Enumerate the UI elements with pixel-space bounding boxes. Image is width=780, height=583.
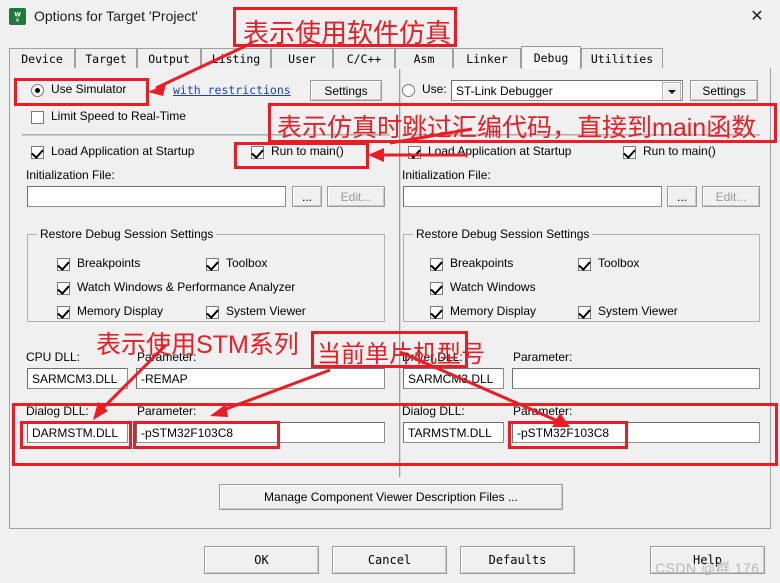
cpu-param-input[interactable]: -REMAP (136, 368, 385, 389)
tab-asm[interactable]: Asm (395, 48, 453, 68)
left-memory-display-checkbox[interactable] (57, 306, 70, 319)
ok-button[interactable]: OK (204, 546, 319, 574)
right-run-to-main-checkbox[interactable] (623, 146, 636, 159)
chevron-down-icon[interactable] (662, 82, 681, 100)
right-init-file-input[interactable] (403, 186, 662, 207)
left-breakpoints-label: Breakpoints (77, 256, 141, 270)
left-watch-windows-label: Watch Windows & Performance Analyzer (77, 280, 296, 294)
limit-speed-label: Limit Speed to Real-Time (51, 109, 186, 123)
tab-user[interactable]: User (271, 48, 333, 68)
tab-target[interactable]: Target (75, 48, 137, 68)
left-init-file-input[interactable] (27, 186, 286, 207)
left-dialog-param-input[interactable]: -pSTM32F103C8 (136, 422, 385, 443)
use-debugger-label: Use: (422, 82, 447, 96)
right-divider (402, 134, 760, 136)
right-dialog-param-label: Parameter: (513, 404, 573, 418)
options-dialog: W s Options for Target 'Project' ✕ Devic… (0, 0, 780, 583)
right-system-viewer-checkbox[interactable] (578, 306, 591, 319)
cpu-dll-label: CPU DLL: (26, 350, 81, 364)
left-restore-group-title: Restore Debug Session Settings (37, 227, 217, 241)
right-load-app-checkbox[interactable] (408, 146, 421, 159)
use-simulator-label: Use Simulator (51, 82, 127, 96)
defaults-button[interactable]: Defaults (460, 546, 575, 574)
left-init-file-label: Initialization File: (26, 168, 115, 182)
debugger-settings-button[interactable]: Settings (690, 80, 758, 101)
left-load-app-label: Load Application at Startup (51, 144, 195, 158)
keil-uvision-icon: W s (9, 8, 26, 25)
left-load-app-checkbox[interactable] (31, 146, 44, 159)
right-restore-group-title: Restore Debug Session Settings (413, 227, 593, 241)
right-dialog-param-input[interactable]: -pSTM32F103C8 (512, 422, 760, 443)
left-toolbox-label: Toolbox (226, 256, 268, 270)
right-dialog-dll-input[interactable]: TARMSTM.DLL (403, 422, 504, 443)
right-watch-windows-checkbox[interactable] (430, 282, 443, 295)
right-browse-button[interactable]: ... (667, 186, 697, 207)
left-system-viewer-label: System Viewer (226, 304, 306, 318)
window-title: Options for Target 'Project' (34, 8, 198, 24)
left-memory-display-label: Memory Display (77, 304, 164, 318)
cpu-dll-input[interactable]: SARMCM3.DLL (27, 368, 128, 389)
simulator-settings-button[interactable]: Settings (310, 80, 382, 101)
left-edit-button[interactable]: Edit... (327, 186, 385, 207)
right-breakpoints-checkbox[interactable] (430, 258, 443, 271)
title-bar: W s Options for Target 'Project' ✕ (0, 0, 780, 34)
use-debugger-radio[interactable] (402, 84, 415, 97)
tab-utilities[interactable]: Utilities (581, 48, 663, 68)
panel-divider (399, 69, 401, 477)
tab-device[interactable]: Device (9, 48, 75, 68)
left-dialog-dll-label: Dialog DLL: (26, 404, 89, 418)
tab-output[interactable]: Output (137, 48, 201, 68)
right-dialog-dll-label: Dialog DLL: (402, 404, 465, 418)
limit-speed-checkbox[interactable] (31, 111, 44, 124)
right-watch-windows-label: Watch Windows (450, 280, 536, 294)
debugger-select-value: ST-Link Debugger (456, 83, 553, 98)
left-system-viewer-checkbox[interactable] (206, 306, 219, 319)
debugger-select[interactable]: ST-Link Debugger (451, 80, 683, 101)
close-icon[interactable]: ✕ (734, 0, 780, 32)
left-browse-button[interactable]: ... (292, 186, 322, 207)
left-dialog-param-label: Parameter: (137, 404, 197, 418)
with-restrictions-link[interactable]: with restrictions (173, 83, 291, 97)
left-dialog-dll-input[interactable]: DARMSTM.DLL (27, 422, 128, 443)
right-toolbox-checkbox[interactable] (578, 258, 591, 271)
right-init-file-label: Initialization File: (402, 168, 491, 182)
watermark: CSDN @群 176 (655, 560, 760, 576)
driver-dll-input[interactable]: SARMCM3.DLL (403, 368, 504, 389)
right-memory-display-label: Memory Display (450, 304, 537, 318)
left-run-to-main-label: Run to main() (271, 144, 344, 158)
tab-strip: Device Target Output Listing User C/C++ … (9, 46, 771, 69)
use-simulator-radio[interactable] (31, 84, 44, 97)
tab-listing[interactable]: Listing (201, 48, 271, 68)
right-breakpoints-label: Breakpoints (450, 256, 514, 270)
tab-linker[interactable]: Linker (453, 48, 521, 68)
right-load-app-label: Load Application at Startup (428, 144, 572, 158)
right-run-to-main-label: Run to main() (643, 144, 716, 158)
left-watch-windows-checkbox[interactable] (57, 282, 70, 295)
right-memory-display-checkbox[interactable] (430, 306, 443, 319)
left-divider (22, 134, 390, 136)
left-run-to-main-checkbox[interactable] (251, 146, 264, 159)
driver-param-input[interactable] (512, 368, 760, 389)
right-edit-button[interactable]: Edit... (702, 186, 760, 207)
cancel-button[interactable]: Cancel (332, 546, 447, 574)
left-toolbox-checkbox[interactable] (206, 258, 219, 271)
tab-c-cpp[interactable]: C/C++ (333, 48, 395, 68)
svg-text:s: s (16, 18, 19, 24)
tab-debug[interactable]: Debug (521, 46, 581, 69)
debug-panel: Use Simulator with restrictions Settings… (9, 68, 771, 529)
driver-param-label: Parameter: (513, 350, 573, 364)
right-toolbox-label: Toolbox (598, 256, 640, 270)
manage-component-viewer-button[interactable]: Manage Component Viewer Description File… (219, 484, 563, 510)
right-system-viewer-label: System Viewer (598, 304, 678, 318)
cpu-param-label: Parameter: (137, 350, 197, 364)
driver-dll-label: Driver DLL: (402, 350, 463, 364)
left-breakpoints-checkbox[interactable] (57, 258, 70, 271)
